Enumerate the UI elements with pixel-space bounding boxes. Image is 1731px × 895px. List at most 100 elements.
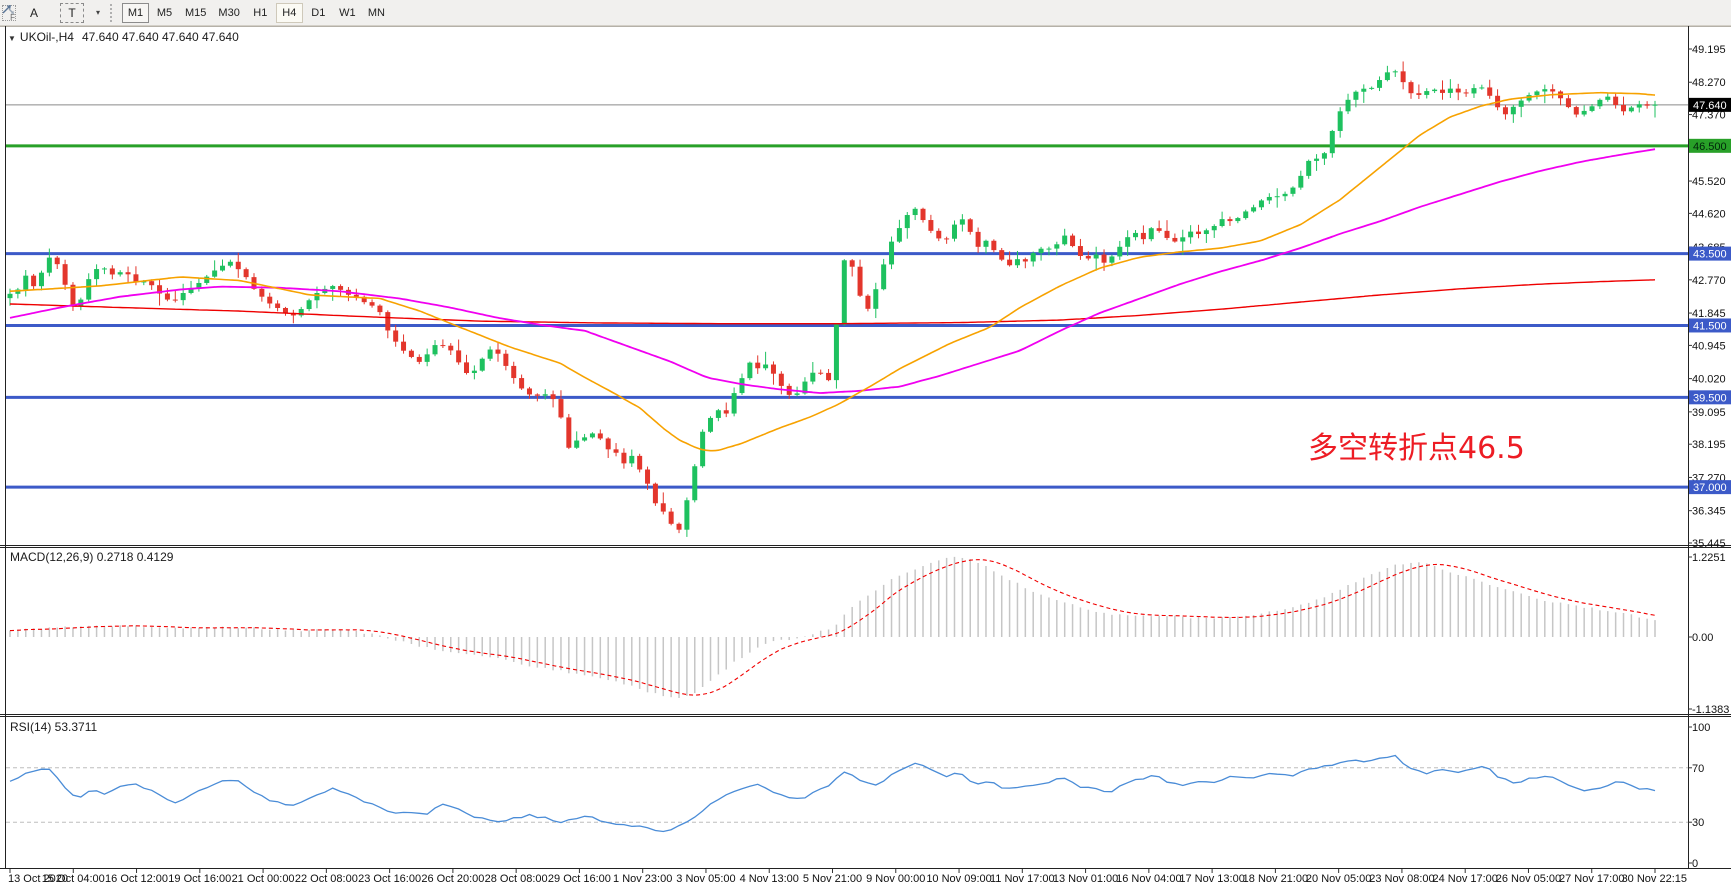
candle-body <box>212 271 217 277</box>
x-tick-label[interactable]: 1 Nov 23:00 <box>613 873 672 885</box>
candle-body <box>55 258 60 265</box>
x-tick-label[interactable]: 4 Nov 13:00 <box>740 873 799 885</box>
toolbar: F A T ▾ M1M5M15M30H1H4D1W1MN <box>0 0 1731 26</box>
candle-body <box>1039 249 1044 253</box>
price-label-text: 47.640 <box>1693 100 1727 112</box>
candle-body <box>1353 92 1358 100</box>
candle-body <box>991 241 996 250</box>
candle-body <box>1220 219 1225 226</box>
candle-body <box>1369 88 1374 89</box>
x-tick-label[interactable]: 16 Oct 12:00 <box>105 873 168 885</box>
candle-body <box>1574 107 1579 114</box>
timeframe-button-mn[interactable]: MN <box>363 3 390 23</box>
candle-body <box>1023 259 1028 261</box>
candle-body <box>826 373 831 380</box>
macd-indicator-label: MACD(12,26,9) 0.2718 0.4129 <box>10 550 173 564</box>
x-tick-label[interactable]: 27 Nov 17:00 <box>1559 873 1624 885</box>
candle-body <box>1235 218 1240 221</box>
text-tool-button[interactable]: T <box>60 3 84 23</box>
x-tick-label[interactable]: 26 Oct 20:00 <box>421 873 484 885</box>
candle-body <box>1605 97 1610 100</box>
candle-body <box>1338 111 1343 131</box>
candle-body <box>983 241 988 247</box>
candle-body <box>1102 255 1107 263</box>
chart-title: ▼UKOil-,H447.640 47.640 47.640 47.640 <box>8 30 239 44</box>
candle-body <box>535 394 540 395</box>
candle-body <box>574 441 579 448</box>
candle-body <box>928 220 933 231</box>
candle-body <box>8 294 13 298</box>
candle-body <box>1322 153 1327 158</box>
timeframe-button-m5[interactable]: M5 <box>151 3 178 23</box>
candle-body <box>63 264 68 285</box>
candle-body <box>1204 230 1209 234</box>
x-tick-label[interactable]: 17 Nov 13:00 <box>1179 873 1244 885</box>
x-tick-label[interactable]: 23 Nov 08:00 <box>1369 873 1434 885</box>
price-label-text: 46.500 <box>1693 141 1727 153</box>
timeframe-button-d1[interactable]: D1 <box>305 3 332 23</box>
x-tick-label[interactable]: 24 Nov 17:00 <box>1432 873 1497 885</box>
timeframe-button-m1[interactable]: M1 <box>122 3 149 23</box>
candle-body <box>858 267 863 296</box>
x-tick-label[interactable]: 16 Nov 04:00 <box>1116 873 1181 885</box>
candle-body <box>1298 176 1303 188</box>
candle-body <box>480 359 485 371</box>
x-tick-label[interactable]: 29 Oct 16:00 <box>548 873 611 885</box>
candle-body <box>448 346 453 351</box>
candle-body <box>1172 238 1177 242</box>
candle-body <box>1471 88 1476 93</box>
x-tick-label[interactable]: 30 Nov 22:15 <box>1622 873 1687 885</box>
periods-toolbar-grip-icon[interactable] <box>110 4 114 22</box>
price-label-text: 37.000 <box>1693 482 1727 494</box>
candle-body <box>228 262 233 266</box>
candle-body <box>716 410 721 418</box>
timeframe-button-h1[interactable]: H1 <box>247 3 274 23</box>
trading-chart-window: 49.19548.27047.37045.52044.62043.68542.7… <box>0 0 1731 895</box>
x-tick-label[interactable]: 13 Nov 01:00 <box>1053 873 1118 885</box>
candle-body <box>684 500 689 529</box>
text-label-tool-button[interactable]: A <box>22 3 46 23</box>
x-tick-label[interactable]: 9 Nov 00:00 <box>866 873 925 885</box>
x-tick-label[interactable]: 23 Oct 16:00 <box>358 873 421 885</box>
candle-body <box>126 272 131 274</box>
candle-body <box>1440 90 1445 93</box>
candle-body <box>614 449 619 452</box>
candle-body <box>385 312 390 330</box>
candle-body <box>401 342 406 351</box>
candle-body <box>1432 90 1437 91</box>
candle-body <box>960 219 965 224</box>
candle-body <box>739 378 744 393</box>
candle-body <box>889 242 894 265</box>
x-tick-label[interactable]: 3 Nov 05:00 <box>676 873 735 885</box>
candle-body <box>905 215 910 228</box>
candle-body <box>976 232 981 247</box>
candle-body <box>551 394 556 399</box>
x-tick-label[interactable]: 22 Oct 08:00 <box>295 873 358 885</box>
macd-tick-label: -1.1383 <box>1692 704 1729 716</box>
x-tick-label[interactable]: 18 Nov 21:00 <box>1243 873 1308 885</box>
candle-body <box>1346 100 1351 112</box>
collapse-arrow-icon[interactable]: ▼ <box>8 34 16 43</box>
y-tick-label: 44.620 <box>1692 208 1726 220</box>
x-tick-label[interactable]: 20 Nov 05:00 <box>1306 873 1371 885</box>
x-tick-label[interactable]: 26 Nov 05:00 <box>1496 873 1561 885</box>
candle-body <box>921 209 926 220</box>
chart-annotation-text: 多空转折点46.5 <box>1308 423 1525 467</box>
x-tick-label[interactable]: 5 Nov 21:00 <box>803 873 862 885</box>
x-tick-label[interactable]: 21 Oct 00:00 <box>232 873 295 885</box>
x-tick-label[interactable]: 15 Oct 04:00 <box>42 873 105 885</box>
timeframe-button-h4[interactable]: H4 <box>276 3 303 23</box>
x-tick-label[interactable]: 10 Nov 09:00 <box>926 873 991 885</box>
candle-body <box>1653 105 1658 106</box>
candle-body <box>1621 105 1626 111</box>
arrows-tool-button[interactable]: ▾ <box>94 8 100 17</box>
candle-body <box>1464 92 1469 93</box>
timeframe-button-m15[interactable]: M15 <box>180 3 211 23</box>
timeframe-button-m30[interactable]: M30 <box>213 3 244 23</box>
candle-body <box>897 228 902 242</box>
x-tick-label[interactable]: 11 Nov 17:00 <box>990 873 1055 885</box>
x-tick-label[interactable]: 28 Oct 08:00 <box>485 873 548 885</box>
x-tick-label[interactable]: 19 Oct 16:00 <box>168 873 231 885</box>
timeframe-button-w1[interactable]: W1 <box>334 3 361 23</box>
candle-body <box>377 306 382 312</box>
